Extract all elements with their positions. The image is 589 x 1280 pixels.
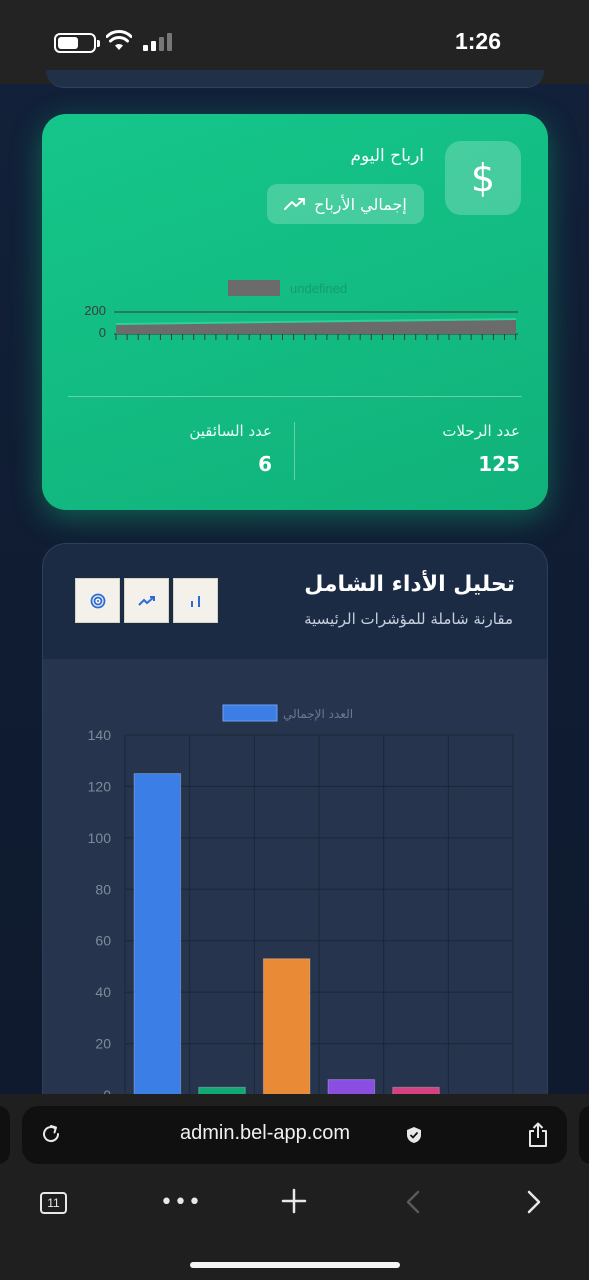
share-icon[interactable] [527, 1122, 549, 1148]
bar-chart-icon [190, 595, 200, 607]
status-time: 1:26 [454, 28, 501, 54]
more-menu-button[interactable]: ••• [160, 1190, 202, 1215]
prev-tab-edge[interactable] [0, 1106, 10, 1164]
performance-bar-chart: العدد الإجمالي020406080100120140 [88, 704, 514, 1099]
earnings-card: $ ارباح اليوم إجمالي الأرباح undefined 2… [42, 114, 548, 510]
performance-title: تحليل الأداء الشامل [304, 572, 515, 597]
trending-up-icon [284, 198, 306, 210]
chart-legend: العدد الإجمالي [222, 704, 353, 722]
y-tick-label: 80 [95, 881, 111, 897]
line-chart-button[interactable] [124, 578, 169, 623]
cell-signal-icon [143, 33, 172, 51]
radar-chart-button[interactable] [75, 578, 120, 623]
performance-subtitle: مقارنة شاملة للمؤشرات الرئيسية [304, 610, 513, 628]
home-indicator [190, 1262, 400, 1268]
legend-swatch [222, 704, 278, 722]
browser-toolbar: admin.bel-app.com 11 ••• [0, 1094, 589, 1280]
tabs-button[interactable]: 11 [40, 1192, 67, 1214]
card-divider [68, 396, 522, 397]
stat-drivers: عدد السائقين 6 [189, 422, 272, 476]
mini-y-tick: 0 [99, 325, 106, 340]
next-tab-edge[interactable] [579, 1106, 589, 1164]
bar-chart-button[interactable] [173, 578, 218, 623]
total-earnings-label: إجمالي الأرباح [314, 194, 407, 214]
forward-chevron-icon[interactable] [526, 1190, 542, 1214]
stat-drivers-label: عدد السائقين [189, 422, 272, 440]
stat-separator [294, 422, 295, 480]
total-earnings-button[interactable]: إجمالي الأرباح [267, 184, 424, 224]
address-bar[interactable]: admin.bel-app.com [22, 1106, 567, 1164]
performance-card: تحليل الأداء الشامل مقارنة شاملة للمؤشرا… [42, 543, 548, 1143]
stat-trips: عدد الرحلات 125 [442, 422, 520, 476]
verified-shield-icon [407, 1127, 421, 1143]
stat-trips-value: 125 [478, 452, 520, 476]
earnings-title: ارباح اليوم [350, 146, 424, 166]
y-tick-label: 20 [95, 1036, 111, 1052]
battery-icon [54, 33, 100, 53]
dollar-icon: $ [445, 141, 521, 215]
reload-icon[interactable] [39, 1122, 63, 1146]
mini-y-tick: 200 [84, 303, 106, 318]
y-tick-label: 100 [88, 830, 112, 846]
new-tab-plus-icon[interactable] [281, 1188, 307, 1214]
stat-drivers-value: 6 [258, 452, 272, 476]
trending-up-icon [137, 595, 155, 606]
previous-card-edge [46, 70, 544, 88]
legend-label: العدد الإجمالي [283, 707, 353, 721]
stat-trips-label: عدد الرحلات [442, 422, 520, 440]
y-tick-label: 120 [88, 778, 112, 794]
mini-legend-label: undefined [290, 281, 347, 296]
bar[interactable] [327, 1079, 376, 1096]
earnings-mini-chart: undefined 200 0 [84, 280, 518, 340]
back-chevron-icon[interactable] [405, 1190, 421, 1214]
wifi-icon [106, 30, 132, 50]
bar[interactable] [262, 958, 311, 1096]
y-tick-label: 140 [88, 727, 112, 743]
mini-legend-swatch [228, 280, 280, 296]
url-text: admin.bel-app.com [180, 1122, 351, 1144]
target-icon [90, 593, 105, 608]
bar[interactable] [133, 773, 182, 1096]
mini-tick-marks [115, 334, 517, 340]
y-tick-label: 40 [95, 984, 111, 1000]
y-tick-label: 60 [95, 933, 111, 949]
